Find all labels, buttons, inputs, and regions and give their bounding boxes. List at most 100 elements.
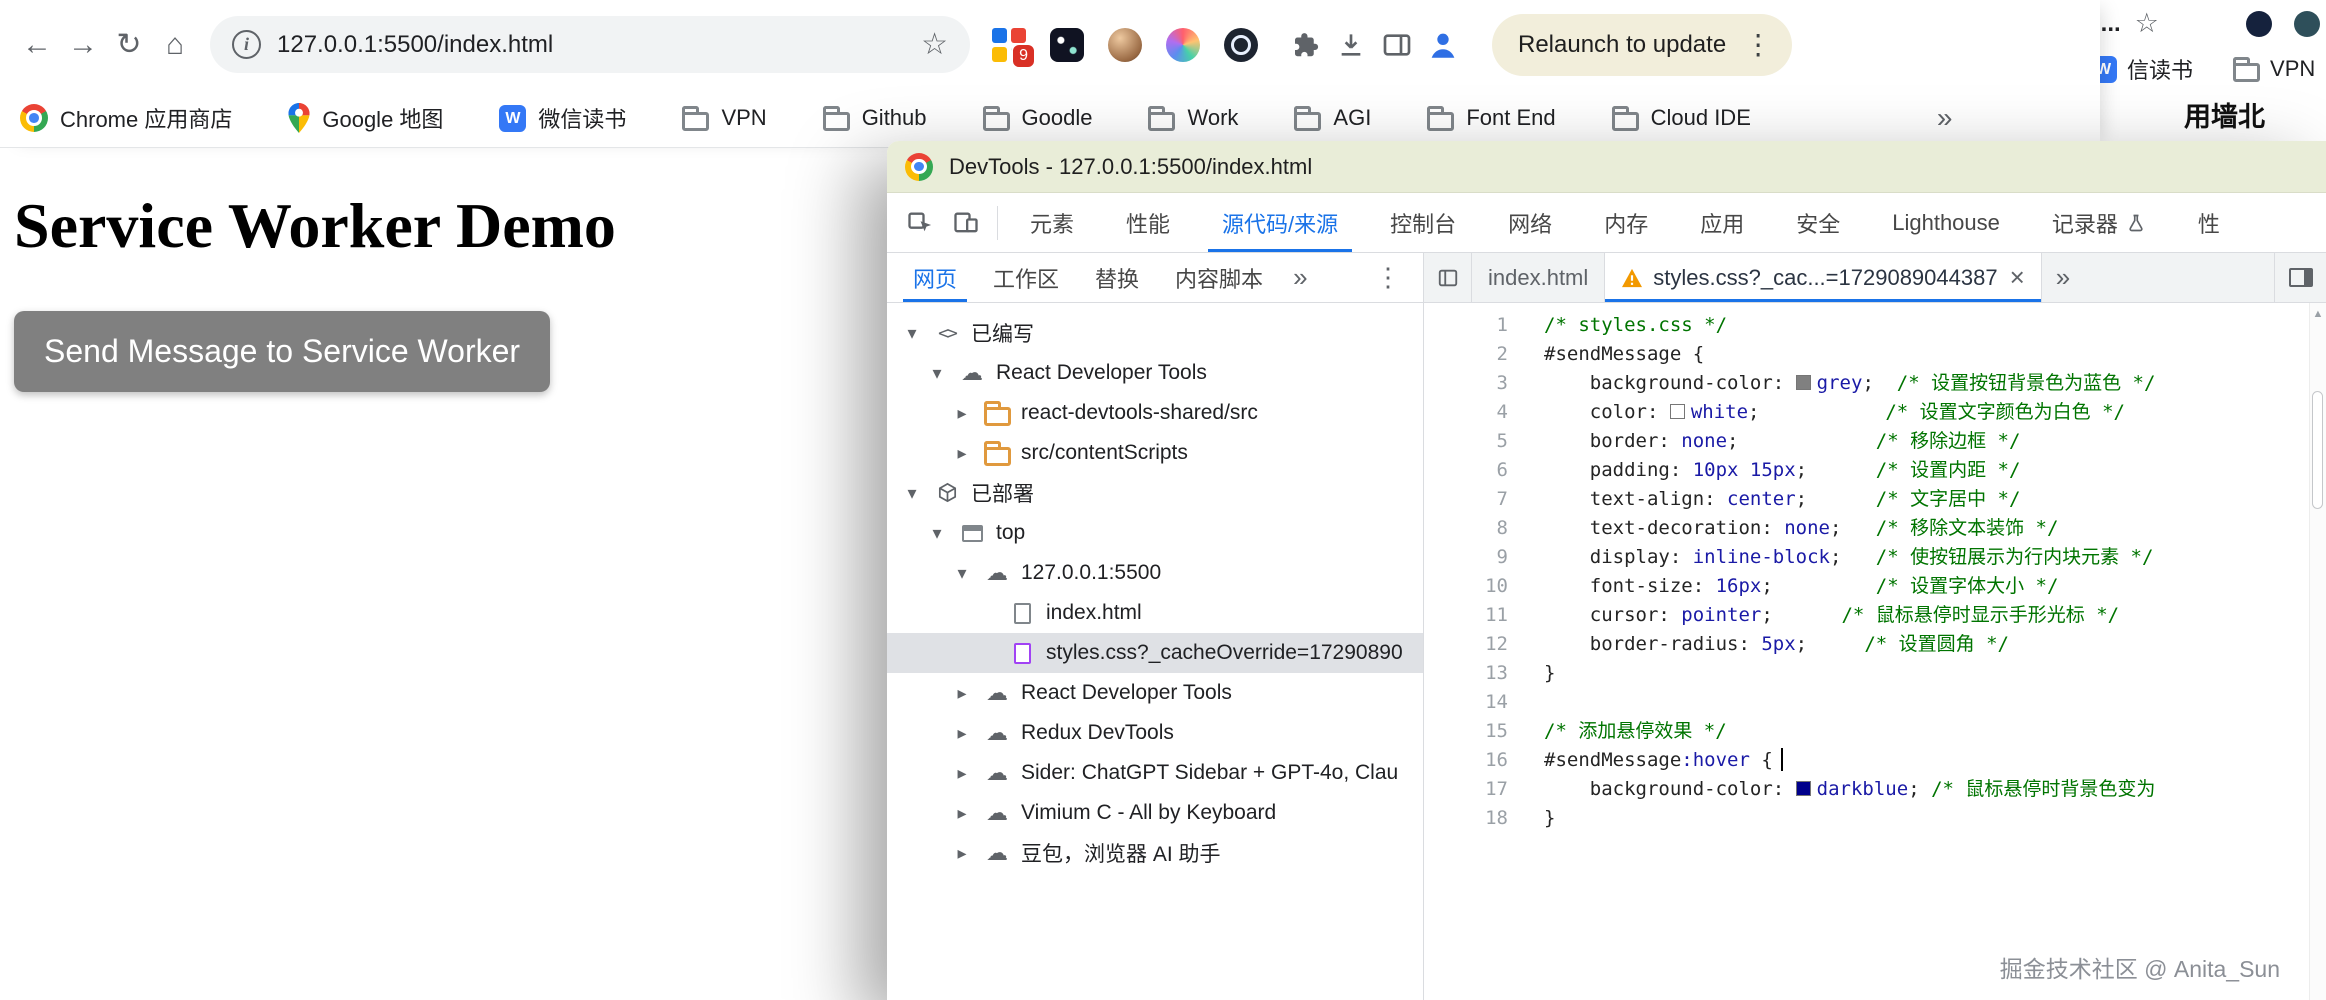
devtools-tab[interactable]: Lighthouse	[1868, 193, 2024, 252]
code-line[interactable]: /* styles.css */	[1544, 311, 2326, 340]
url-text[interactable]: 127.0.0.1:5500/index.html	[277, 31, 905, 59]
send-message-button[interactable]: Send Message to Service Worker	[14, 311, 551, 392]
close-icon[interactable]: ×	[2010, 262, 2025, 293]
tree-item[interactable]: ▾ <> 已编写	[887, 313, 1423, 353]
reload-button[interactable]: ↻	[106, 22, 152, 68]
more-tabs-icon[interactable]: »	[1281, 253, 1319, 302]
tree-item[interactable]: ▸ react-devtools-shared/src	[887, 393, 1423, 433]
tree-item[interactable]: ▾ ☁ 127.0.0.1:5500	[887, 553, 1423, 593]
editor-tab[interactable]: styles.css?_cac...=1729089044387 ×	[1605, 253, 2042, 302]
devtools-tab[interactable]: 网络	[1484, 193, 1576, 252]
disclosure-right-icon[interactable]: ▸	[951, 763, 973, 784]
ring-extension-icon[interactable]	[1224, 27, 1258, 62]
back-button[interactable]: ←	[14, 22, 60, 68]
code-line[interactable]: text-align: center; /* 文字居中 */	[1544, 485, 2326, 514]
bookmark-item[interactable]: Cloud IDE	[1611, 105, 1751, 131]
disclosure-right-icon[interactable]: ▸	[951, 403, 973, 424]
devtools-tab[interactable]: 内存	[1580, 193, 1672, 252]
tree-item[interactable]: ▸ ☁ Sider: ChatGPT Sidebar + GPT-4o, Clau	[887, 753, 1423, 793]
home-button[interactable]: ⌂	[152, 22, 198, 68]
side-panel-icon[interactable]	[1374, 22, 1420, 68]
address-bar[interactable]: i 127.0.0.1:5500/index.html ☆	[210, 16, 970, 73]
tree-item[interactable]: ▸ ☁ React Developer Tools	[887, 673, 1423, 713]
bookmark-star-icon[interactable]: ☆	[2135, 8, 2159, 39]
grid-extension-icon[interactable]: 9	[992, 27, 1036, 69]
more-editor-tabs-icon[interactable]: »	[2042, 253, 2084, 302]
navigator-tab[interactable]: 工作区	[975, 253, 1077, 302]
tree-item[interactable]: ▸ ☁ Vimium C - All by Keyboard	[887, 793, 1423, 833]
disclosure-right-icon[interactable]: ▸	[951, 683, 973, 704]
bookmark-star-icon[interactable]: ☆	[921, 27, 948, 62]
tree-item[interactable]: ▾ 已部署	[887, 473, 1423, 513]
code-line[interactable]: #sendMessage:hover {	[1544, 746, 2326, 775]
code-line[interactable]: padding: 10px 15px; /* 设置内距 */	[1544, 456, 2326, 485]
forward-button[interactable]: →	[60, 22, 106, 68]
tree-item[interactable]: index.html	[887, 593, 1423, 633]
code-line[interactable]: cursor: pointer; /* 鼠标悬停时显示手形光标 */	[1544, 601, 2326, 630]
bookmark-item[interactable]: Chrome 应用商店	[20, 102, 232, 134]
color-swatch[interactable]	[1795, 375, 1811, 390]
disclosure-down-icon[interactable]: ▾	[901, 323, 923, 344]
devtools-tab[interactable]: 元素	[1006, 193, 1098, 252]
bookmark-item[interactable]: Github	[822, 105, 927, 131]
avatar[interactable]	[2294, 10, 2320, 37]
code-line[interactable]: }	[1544, 804, 2326, 833]
navigator-tab[interactable]: 网页	[895, 253, 975, 302]
editor-scrollbar[interactable]: ▲	[2309, 303, 2326, 1000]
profile-icon[interactable]	[1420, 22, 1466, 68]
bookmark-item[interactable]: Work	[1148, 105, 1238, 131]
toggle-navigator-icon[interactable]	[1424, 253, 1472, 302]
tree-item[interactable]: ▸ ☁ Redux DevTools	[887, 713, 1423, 753]
pinwheel-extension-icon[interactable]	[1166, 27, 1200, 62]
code-line[interactable]: #sendMessage {	[1544, 340, 2326, 369]
bookmark-item[interactable]: Font End	[1427, 105, 1556, 131]
navigator-tab[interactable]: 替换	[1077, 253, 1157, 302]
toggle-debugger-sidebar-icon[interactable]	[2274, 253, 2326, 302]
color-swatch[interactable]	[1669, 404, 1685, 419]
code-lines[interactable]: /* styles.css */#sendMessage { backgroun…	[1530, 303, 2326, 1000]
code-line[interactable]	[1544, 688, 2326, 717]
bookmark-item[interactable]: W 微信读书	[499, 102, 626, 134]
tree-item[interactable]: ▾ ☁ React Developer Tools	[887, 353, 1423, 393]
code-line[interactable]: display: inline-block; /* 使按钮展示为行内块元素 */	[1544, 543, 2326, 572]
disclosure-down-icon[interactable]: ▾	[901, 483, 923, 504]
bookmarks-overflow-icon[interactable]: »	[1937, 102, 1953, 134]
puzzle-extensions-icon[interactable]	[1282, 22, 1328, 68]
devtools-titlebar[interactable]: DevTools - 127.0.0.1:5500/index.html	[887, 141, 2326, 193]
disclosure-right-icon[interactable]: ▸	[951, 843, 973, 864]
disclosure-right-icon[interactable]: ▸	[951, 443, 973, 464]
relaunch-to-update-button[interactable]: Relaunch to update ⋮	[1492, 13, 1793, 76]
code-line[interactable]: border-radius: 5px; /* 设置圆角 */	[1544, 630, 2326, 659]
editor-tab[interactable]: index.html	[1472, 253, 1606, 302]
device-toolbar-icon[interactable]	[943, 200, 989, 246]
tree-item[interactable]: ▸ ☁ 豆包，浏览器 AI 助手	[887, 833, 1423, 873]
bookmark-item[interactable]: W 信读书	[2090, 53, 2193, 85]
bookmark-item[interactable]: Goodle	[982, 105, 1092, 131]
devtools-tab[interactable]: 性能	[1102, 193, 1194, 252]
bookmark-item[interactable]: VPN	[2233, 56, 2315, 82]
disclosure-down-icon[interactable]: ▾	[926, 523, 948, 544]
avatar[interactable]	[2246, 10, 2272, 37]
code-line[interactable]: text-decoration: none; /* 移除文本装饰 */	[1544, 514, 2326, 543]
code-line[interactable]: border: none; /* 移除边框 */	[1544, 427, 2326, 456]
code-line[interactable]: color: white; /* 设置文字颜色为白色 */	[1544, 398, 2326, 427]
disclosure-right-icon[interactable]: ▸	[951, 723, 973, 744]
devtools-tab[interactable]: 性	[2174, 193, 2244, 252]
avatar-extension-icon[interactable]	[1108, 27, 1142, 62]
code-line[interactable]: background-color: darkblue; /* 鼠标悬停时背景色变…	[1544, 775, 2326, 804]
tree-item[interactable]: ▾ top	[887, 513, 1423, 553]
code-line[interactable]: font-size: 16px; /* 设置字体大小 */	[1544, 572, 2326, 601]
devtools-tab[interactable]: 记录器	[2028, 193, 2170, 252]
devtools-tab[interactable]: 应用	[1676, 193, 1768, 252]
scrollbar-thumb[interactable]	[2312, 391, 2323, 509]
bookmark-item[interactable]: AGI	[1294, 105, 1371, 131]
disclosure-down-icon[interactable]: ▾	[951, 563, 973, 584]
inspect-element-icon[interactable]	[897, 200, 943, 246]
code-line[interactable]: /* 添加悬停效果 */	[1544, 717, 2326, 746]
navigator-tab[interactable]: 内容脚本	[1157, 253, 1281, 302]
browser-menu-icon[interactable]: ⋮	[1744, 28, 1772, 61]
bookmark-item[interactable]: Google 地图	[288, 102, 443, 134]
downloads-icon[interactable]	[1328, 22, 1374, 68]
tree-item[interactable]: styles.css?_cacheOverride=17290890	[887, 633, 1423, 673]
disclosure-right-icon[interactable]: ▸	[951, 803, 973, 824]
